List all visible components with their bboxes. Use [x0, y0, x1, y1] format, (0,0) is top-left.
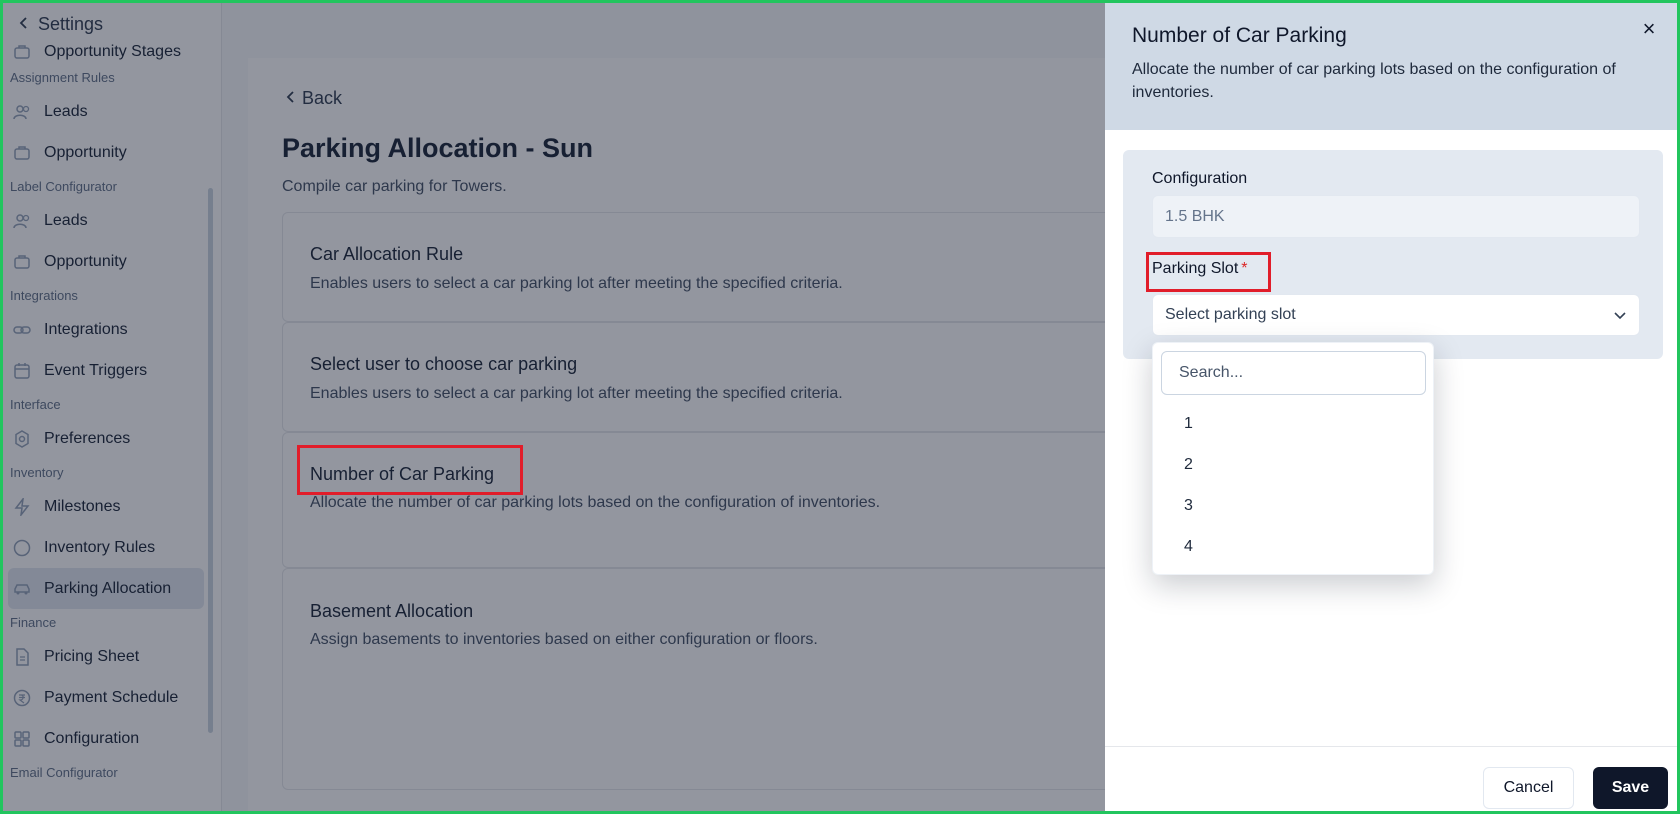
- dropdown-option-2[interactable]: 2: [1153, 444, 1435, 485]
- parking-slot-label-text: Parking Slot: [1152, 260, 1239, 277]
- drawer-header: Number of Car Parking Allocate the numbe…: [1105, 0, 1680, 130]
- parking-slot-dropdown: 1 2 3 4: [1152, 342, 1434, 575]
- drawer-title: Number of Car Parking: [1132, 24, 1347, 47]
- configuration-field: 1.5 BHK: [1152, 195, 1640, 238]
- parking-slot-label: Parking Slot *: [1152, 260, 1248, 278]
- search-input[interactable]: [1161, 351, 1426, 395]
- form-section: Configuration 1.5 BHK Parking Slot * Sele…: [1123, 150, 1663, 359]
- save-button[interactable]: Save: [1593, 767, 1668, 809]
- drawer-footer-divider: [1105, 746, 1680, 747]
- cancel-button[interactable]: Cancel: [1483, 767, 1574, 809]
- drawer-description: Allocate the number of car parking lots …: [1132, 61, 1616, 101]
- dropdown-option-1[interactable]: 1: [1153, 403, 1435, 444]
- parking-slot-select[interactable]: Select parking slot: [1152, 294, 1640, 336]
- required-mark: *: [1241, 260, 1248, 277]
- chevron-down-icon: [1614, 312, 1626, 320]
- dropdown-option-3[interactable]: 3: [1153, 485, 1435, 526]
- select-placeholder: Select parking slot: [1165, 306, 1296, 323]
- drawer-panel: Number of Car Parking Allocate the numbe…: [1105, 0, 1680, 814]
- close-icon[interactable]: ×: [1637, 18, 1661, 42]
- configuration-label: Configuration: [1152, 170, 1248, 187]
- dropdown-option-4[interactable]: 4: [1153, 526, 1435, 567]
